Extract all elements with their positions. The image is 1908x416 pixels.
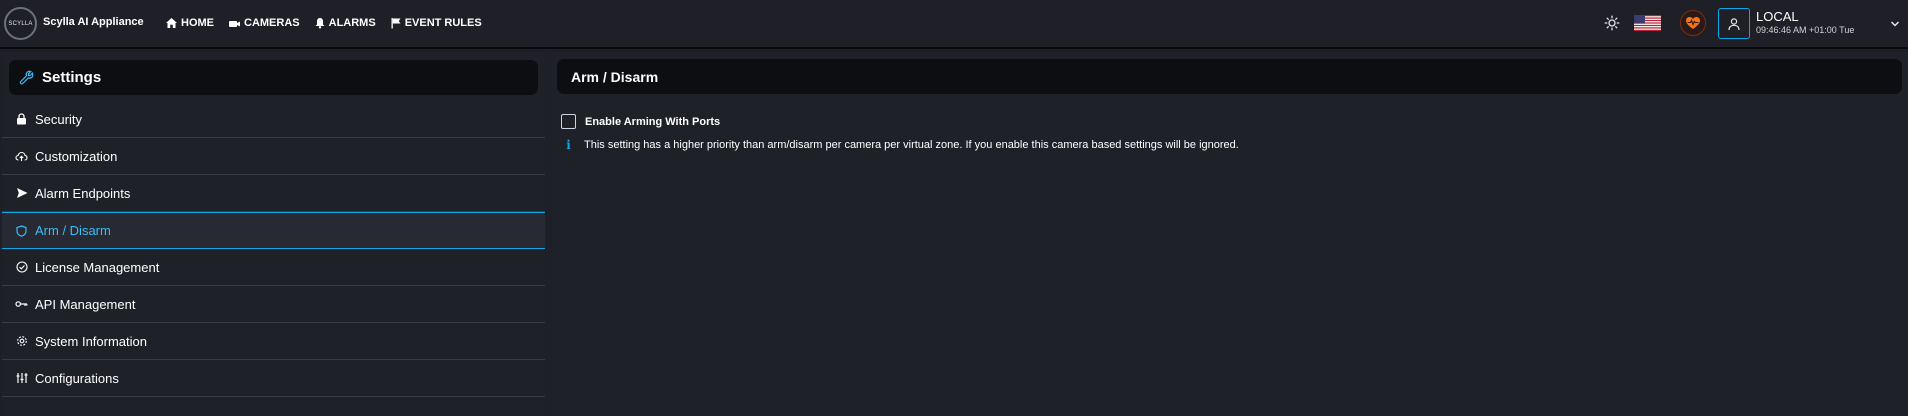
shield-icon bbox=[15, 224, 28, 237]
sidebar-item-label: Customization bbox=[35, 148, 118, 164]
nav-alarms[interactable]: ALARMS bbox=[314, 13, 376, 33]
user-name: LOCAL bbox=[1756, 9, 1799, 24]
gear-icon bbox=[15, 335, 28, 348]
sidebar-item-api-management[interactable]: API Management bbox=[2, 286, 545, 323]
sidebar-item-customization[interactable]: Customization bbox=[2, 138, 545, 175]
flag-icon bbox=[391, 18, 401, 29]
top-bar-divider bbox=[0, 47, 1908, 49]
sidebar-item-label: License Management bbox=[35, 259, 160, 275]
cloud-upload-icon bbox=[15, 150, 28, 163]
enable-arming-row: Enable Arming With Ports bbox=[561, 114, 720, 129]
nav-home-label: HOME bbox=[181, 17, 214, 29]
scylla-logo[interactable]: SCYLLA bbox=[4, 7, 37, 40]
us-flag-icon[interactable] bbox=[1634, 15, 1661, 31]
enable-arming-label[interactable]: Enable Arming With Ports bbox=[585, 116, 720, 128]
nav-event-rules[interactable]: EVENT RULES bbox=[390, 13, 482, 33]
user-time: 09:46:46 AM +01:00 Tue bbox=[1756, 25, 1855, 35]
nav-alarms-label: ALARMS bbox=[328, 17, 376, 29]
info-text: This setting has a higher priority than … bbox=[584, 139, 1239, 151]
sidebar-item-label: Alarm Endpoints bbox=[35, 185, 131, 201]
theme-toggle-sun-icon[interactable] bbox=[1604, 15, 1620, 31]
key-icon bbox=[15, 298, 28, 311]
sidebar-item-label: API Management bbox=[35, 296, 136, 312]
nav-event-rules-label: EVENT RULES bbox=[404, 17, 482, 29]
settings-sidebar: Settings Security Customization Alarm En… bbox=[2, 53, 545, 416]
main-nav: HOME CAMERAS ALARMS EVENT RULES bbox=[165, 13, 496, 33]
sidebar-header: Settings bbox=[9, 60, 538, 95]
page-header: Arm / Disarm bbox=[557, 59, 1902, 94]
enable-arming-checkbox[interactable] bbox=[561, 114, 576, 129]
lock-icon bbox=[15, 113, 28, 126]
nav-cameras[interactable]: CAMERAS bbox=[228, 13, 300, 33]
sidebar-item-label: Configurations bbox=[35, 370, 119, 386]
bell-icon bbox=[315, 18, 325, 29]
info-icon: i bbox=[566, 138, 571, 152]
info-note: i This setting has a higher priority tha… bbox=[561, 138, 1239, 152]
sliders-icon bbox=[15, 372, 28, 385]
sidebar-item-alarm-endpoints[interactable]: Alarm Endpoints bbox=[2, 175, 545, 212]
settings-menu: Security Customization Alarm Endpoints A… bbox=[2, 101, 545, 397]
sidebar-item-system-information[interactable]: System Information bbox=[2, 323, 545, 360]
sidebar-item-license-management[interactable]: License Management bbox=[2, 249, 545, 286]
home-icon bbox=[166, 18, 177, 28]
camera-icon bbox=[229, 20, 240, 27]
health-status-button[interactable] bbox=[1680, 10, 1706, 36]
logo-text: SCYLLA bbox=[8, 20, 33, 27]
sidebar-item-label: Security bbox=[35, 111, 82, 127]
sidebar-item-label: Arm / Disarm bbox=[35, 223, 111, 238]
sidebar-item-security[interactable]: Security bbox=[2, 101, 545, 138]
check-circle-icon bbox=[15, 261, 28, 274]
wrench-icon bbox=[19, 70, 34, 85]
chevron-down-icon[interactable] bbox=[1890, 20, 1900, 28]
user-icon bbox=[1728, 17, 1740, 30]
nav-home[interactable]: HOME bbox=[165, 13, 214, 33]
sidebar-item-arm-disarm[interactable]: Arm / Disarm bbox=[2, 212, 545, 249]
sidebar-item-label: System Information bbox=[35, 333, 147, 349]
heart-pulse-icon bbox=[1686, 17, 1700, 29]
brand-name: Scylla AI Appliance bbox=[43, 16, 144, 28]
top-bar: SCYLLA Scylla AI Appliance HOME CAMERAS … bbox=[0, 0, 1908, 47]
nav-cameras-label: CAMERAS bbox=[244, 17, 300, 29]
page-title: Arm / Disarm bbox=[571, 68, 659, 85]
user-avatar-button[interactable] bbox=[1718, 8, 1750, 39]
sidebar-item-configurations[interactable]: Configurations bbox=[2, 360, 545, 397]
send-icon bbox=[15, 187, 28, 200]
sidebar-title: Settings bbox=[42, 69, 102, 86]
main-panel: Arm / Disarm Enable Arming With Ports i … bbox=[552, 53, 1908, 416]
